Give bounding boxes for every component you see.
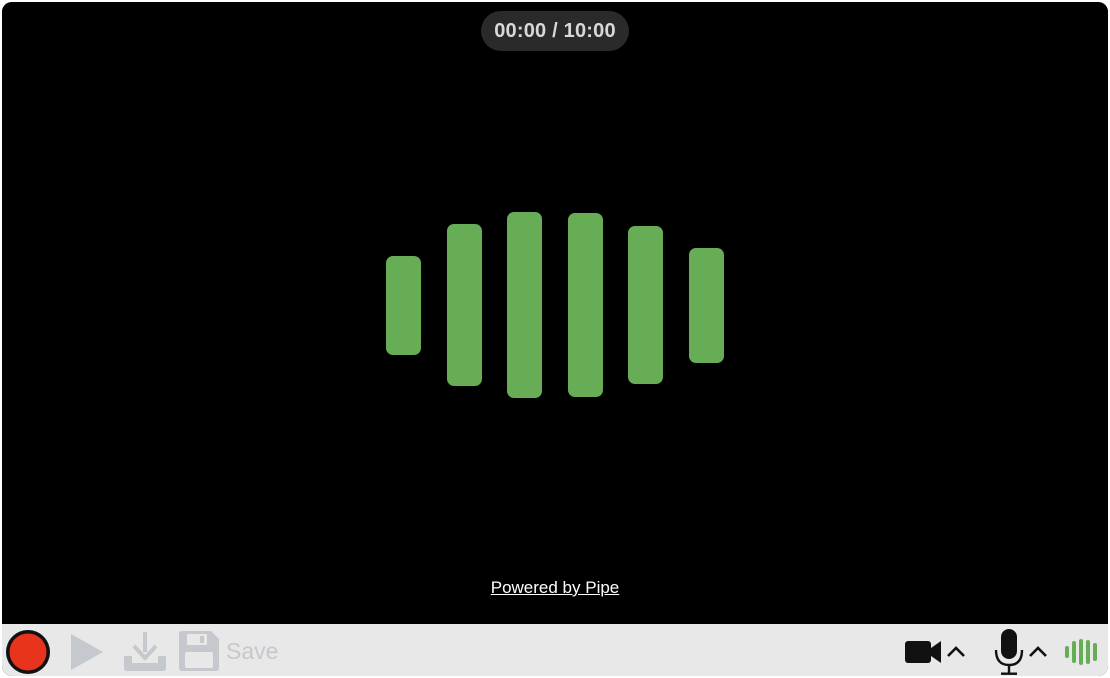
audio-visualizer xyxy=(2,2,1108,624)
download-button[interactable] xyxy=(122,630,168,672)
powered-by-pipe-link[interactable]: Powered by Pipe xyxy=(491,578,620,597)
recorder-stage: 00:00 / 10:00 Powered by Pipe xyxy=(2,2,1108,624)
floppy-disk-icon xyxy=(179,631,219,671)
download-icon xyxy=(124,632,166,671)
save-label: Save xyxy=(226,638,279,664)
video-recorder: 00:00 / 10:00 Powered by Pipe Save xyxy=(2,2,1108,676)
play-button[interactable] xyxy=(68,632,106,672)
video-camera-icon xyxy=(905,641,941,663)
visualizer-bar xyxy=(568,213,603,397)
recorder-toolbar: Save xyxy=(2,624,1108,676)
visualizer-bar xyxy=(447,224,482,386)
audio-level-icon xyxy=(1065,639,1097,665)
microphone-icon xyxy=(994,629,1024,675)
visualizer-bar xyxy=(386,256,421,355)
chevron-up-icon xyxy=(1029,646,1047,657)
camera-selector-button[interactable] xyxy=(904,636,968,666)
record-button[interactable] xyxy=(4,628,52,676)
powered-by-footer: Powered by Pipe xyxy=(2,578,1108,598)
save-button[interactable]: Save xyxy=(178,630,279,674)
audio-level-indicator xyxy=(1064,638,1100,666)
microphone-selector-button[interactable] xyxy=(994,628,1052,676)
record-icon xyxy=(6,630,50,674)
visualizer-bar xyxy=(507,212,542,398)
chevron-up-icon xyxy=(947,646,965,657)
visualizer-bar xyxy=(689,248,724,363)
visualizer-bar xyxy=(628,226,663,384)
play-icon xyxy=(71,634,103,670)
